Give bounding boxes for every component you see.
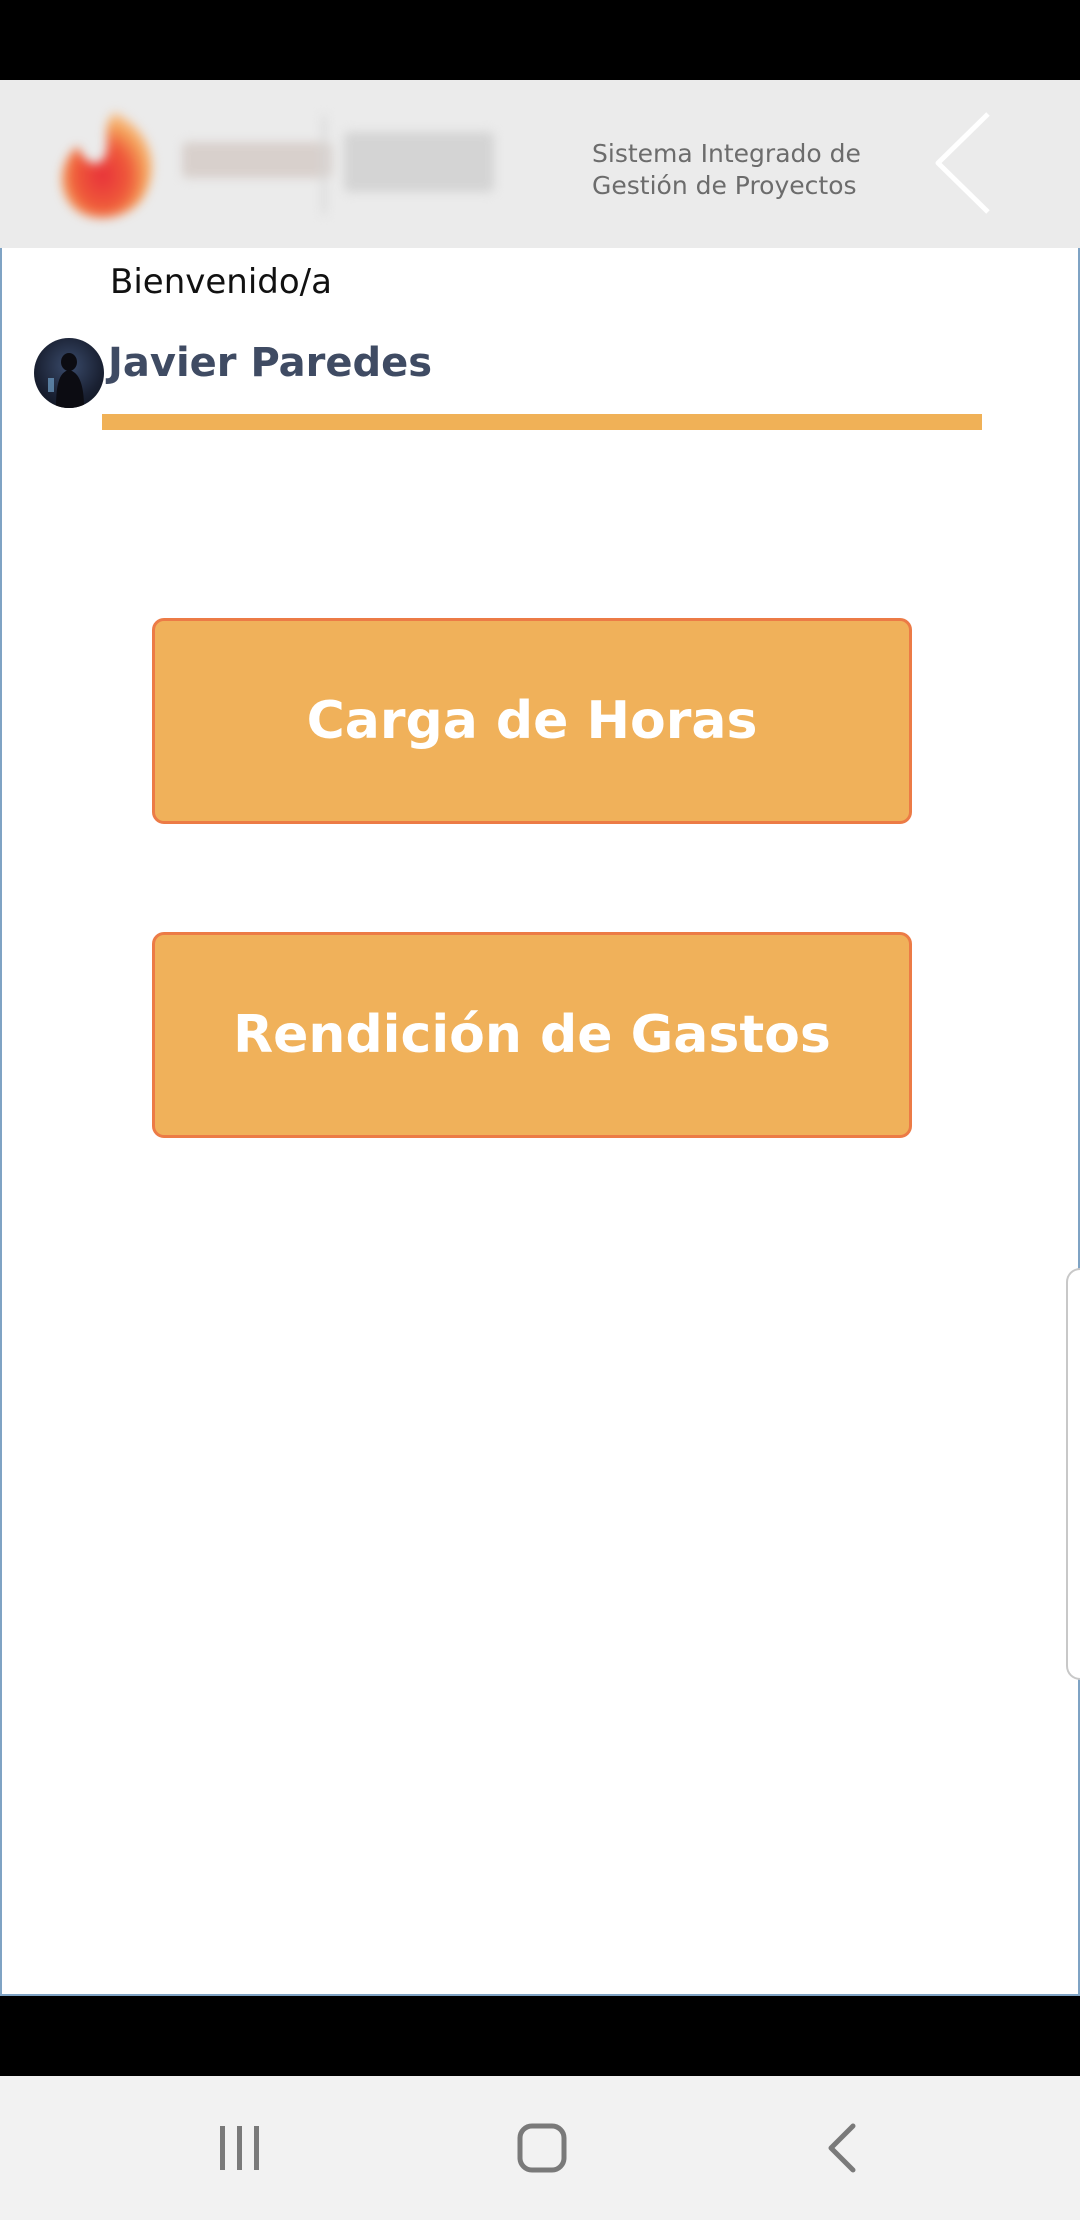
back-button[interactable] xyxy=(775,2076,915,2220)
avatar-icon xyxy=(48,353,84,408)
app-header: Sistema Integrado de Gestión de Proyecto… xyxy=(0,80,1080,248)
home-icon xyxy=(517,2123,567,2173)
accent-divider xyxy=(102,414,982,430)
status-bar xyxy=(0,0,1080,80)
header-back-button[interactable] xyxy=(930,108,1000,218)
logo-flame-icon xyxy=(61,112,153,219)
welcome-text: Bienvenido/a xyxy=(110,262,332,302)
main-content: Bienvenido/a Javier Paredes Carga de Hor… xyxy=(0,248,1080,1996)
logo-divider xyxy=(322,116,326,214)
recent-apps-icon xyxy=(220,2126,259,2170)
user-avatar xyxy=(34,338,104,408)
system-navigation-bar xyxy=(0,2076,1080,2220)
chevron-left-icon xyxy=(935,112,990,214)
system-title-line-2: Gestión de Proyectos xyxy=(592,171,857,200)
company-logo xyxy=(44,102,524,228)
user-name: Javier Paredes xyxy=(108,340,433,386)
rendicion-de-gastos-button[interactable]: Rendición de Gastos xyxy=(152,932,912,1138)
edge-panel-handle[interactable] xyxy=(1066,1268,1080,1680)
system-title-line-1: Sistema Integrado de xyxy=(592,139,861,168)
logo-subtext-blurred xyxy=(344,132,494,192)
back-icon xyxy=(828,2123,856,2173)
system-title: Sistema Integrado de Gestión de Proyecto… xyxy=(592,138,892,202)
home-button[interactable] xyxy=(472,2076,612,2220)
logo-text-blurred xyxy=(182,142,332,178)
carga-de-horas-button[interactable]: Carga de Horas xyxy=(152,618,912,824)
recent-apps-button[interactable] xyxy=(170,2076,310,2220)
bottom-black-band xyxy=(0,1996,1080,2076)
